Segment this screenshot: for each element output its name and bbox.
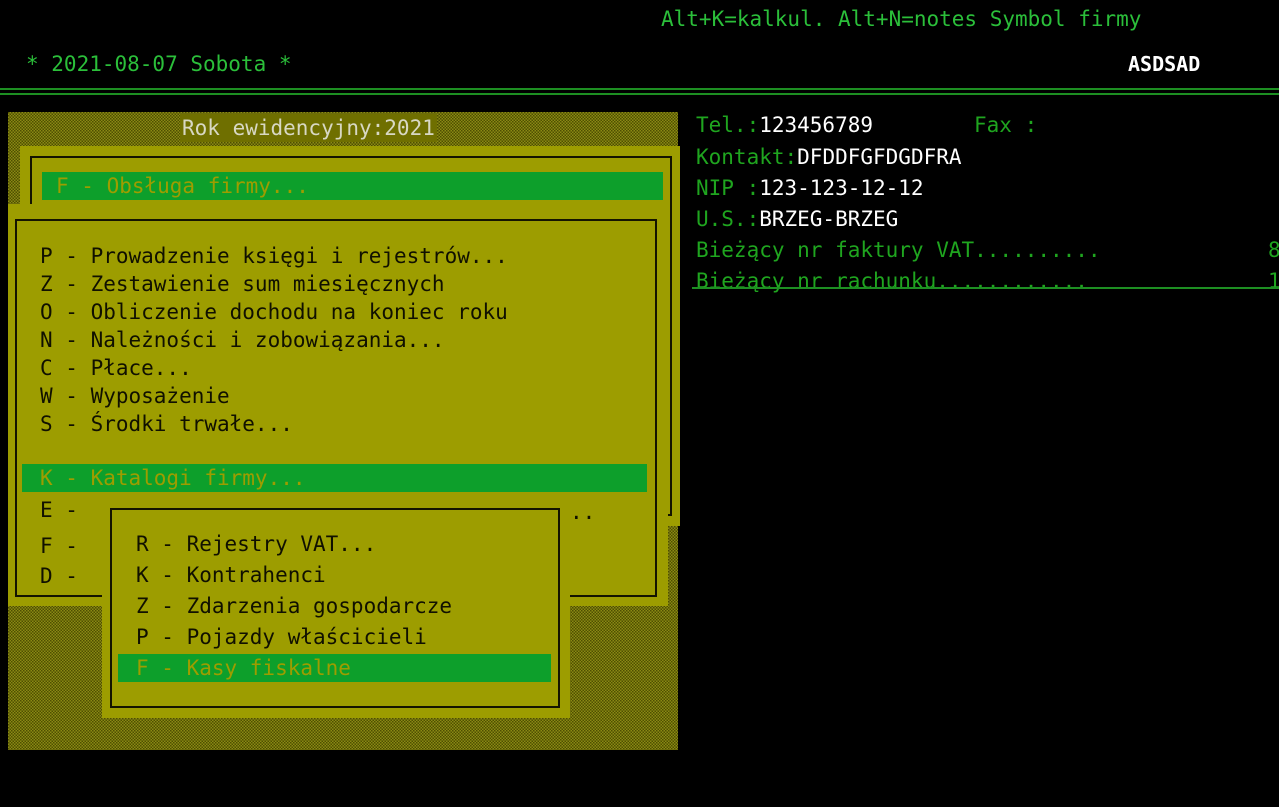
vat-invoice-label: Bieżący nr faktury VAT.......... <box>696 238 1101 262</box>
bill-label: Bieżący nr rachunku............ <box>696 269 1088 293</box>
header-hint: Alt+K=kalkul. Alt+N=notes Symbol firmy <box>661 7 1142 31</box>
contact-value: DFDDFGFDGDFRA <box>797 145 962 169</box>
nip-value: 123-123-12-12 <box>759 176 924 200</box>
submenu-item-e[interactable]: E - <box>40 496 78 524</box>
main-menu-item-obsluga-firmy[interactable]: F - Obsługa firmy... <box>42 172 663 200</box>
submenu-item-prowadzenie-ksiegi[interactable]: P - Prowadzenie księgi i rejestrów... <box>40 242 508 270</box>
nip-label: NIP : <box>696 176 760 200</box>
submenu-item-e-trailing: .. <box>570 500 596 524</box>
submenu-item-place[interactable]: C - Płace... <box>40 354 192 382</box>
submenu-item-f[interactable]: F - <box>40 532 78 560</box>
submenu-item-d[interactable]: D - <box>40 562 78 590</box>
contact-label: Kontakt: <box>696 145 798 169</box>
submenu-item-naleznosci[interactable]: N - Należności i zobowiązania... <box>40 326 445 354</box>
fax-label: Fax : <box>974 113 1038 137</box>
submenu-item-katalogi-firmy[interactable]: K - Katalogi firmy... <box>22 464 647 492</box>
us-value: BRZEG-BRZEG <box>759 207 899 231</box>
us-label: U.S.: <box>696 207 760 231</box>
submenu-item-zestawienie-sum[interactable]: Z - Zestawienie sum miesięcznych <box>40 270 445 298</box>
tel-row: Tel.:123456789 <box>696 111 873 139</box>
catalog-item-kontrahenci[interactable]: K - Kontrahenci <box>136 561 326 589</box>
info-divider <box>692 287 1279 289</box>
vat-invoice-value: 8 <box>1268 238 1279 262</box>
contact-row: Kontakt:DFDDFGFDGDFRA <box>696 143 962 171</box>
nip-row: NIP :123-123-12-12 <box>696 174 924 202</box>
company-symbol: ASDSAD <box>1128 52 1201 76</box>
submenu-item-srodki-trwale[interactable]: S - Środki trwałe... <box>40 410 293 438</box>
catalog-item-kasy-fiskalne[interactable]: F - Kasy fiskalne <box>118 654 551 682</box>
us-row: U.S.:BRZEG-BRZEG <box>696 205 898 233</box>
year-panel-title: Rok ewidencyjny:2021 <box>180 114 437 142</box>
submenu-item-wyposazenie[interactable]: W - Wyposażenie <box>40 382 230 410</box>
bill-value: 1 <box>1268 269 1279 293</box>
catalog-item-pojazdy-wlascicieli[interactable]: P - Pojazdy właścicieli <box>136 623 427 651</box>
catalog-item-zdarzenia-gospodarcze[interactable]: Z - Zdarzenia gospodarcze <box>136 592 452 620</box>
catalog-item-rejestry-vat[interactable]: R - Rejestry VAT... <box>136 530 376 558</box>
tel-value: 123456789 <box>759 113 874 137</box>
submenu-item-obliczenie-dochodu[interactable]: O - Obliczenie dochodu na koniec roku <box>40 298 508 326</box>
header-date: * 2021-08-07 Sobota * <box>26 52 292 76</box>
header-divider <box>0 88 1279 95</box>
tel-label: Tel.: <box>696 113 760 137</box>
